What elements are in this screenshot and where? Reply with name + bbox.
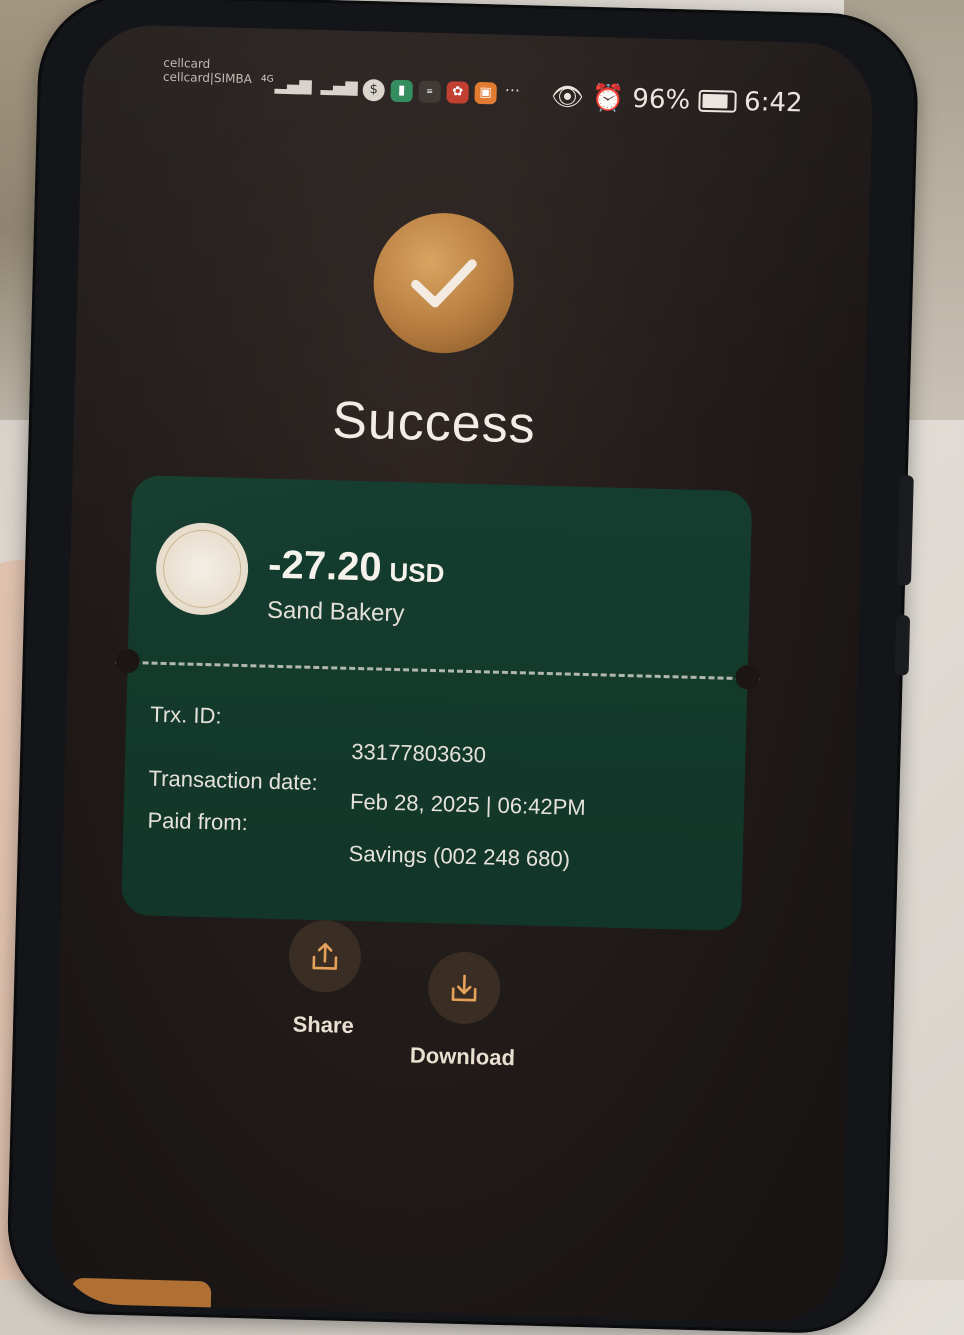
dollar-app-icon: $ xyxy=(362,78,385,102)
paid-from-label: Paid from: xyxy=(147,807,249,836)
trx-id-value: 33177803630 xyxy=(351,738,487,768)
volume-button xyxy=(896,475,914,586)
battery-icon xyxy=(697,89,737,113)
share-icon xyxy=(312,942,338,970)
app-icon: ✿ xyxy=(446,81,469,104)
share-label[interactable]: Share xyxy=(258,1011,389,1040)
trx-id-label: Trx. ID: xyxy=(149,701,222,729)
phone: cellcard cellcard|SIMBA 4G ▂▄▆ ▂▄▆ $ ▮ ≡… xyxy=(0,0,930,1335)
power-button xyxy=(894,615,911,676)
card-notch-left xyxy=(115,648,140,674)
eye-icon: 👁 xyxy=(550,81,585,113)
share-icon-circle[interactable] xyxy=(288,919,362,994)
page-title: Success xyxy=(331,391,537,455)
dashed-divider xyxy=(115,660,760,681)
download-button[interactable]: Download xyxy=(397,950,530,1071)
success-check-icon xyxy=(371,211,516,355)
status-right: 👁 ⏰ 96% 6:42 xyxy=(551,82,803,119)
clock: 6:42 xyxy=(743,86,803,119)
receipt-card: -27.20 USD Sand Bakery Trx. ID: 331778036… xyxy=(115,475,760,932)
battery-fill xyxy=(701,93,728,109)
battery-percent: 96% xyxy=(631,84,691,116)
more-icon: ··· xyxy=(504,80,521,101)
currency: USD xyxy=(389,556,445,589)
download-icon xyxy=(451,974,477,1002)
merchant-logo xyxy=(154,521,250,617)
status-bar: cellcard cellcard|SIMBA 4G ▂▄▆ ▂▄▆ $ ▮ ≡… xyxy=(162,54,803,121)
alarm-icon: ⏰ xyxy=(591,82,625,114)
network-type: 4G xyxy=(260,74,274,85)
screen: cellcard cellcard|SIMBA 4G ▂▄▆ ▂▄▆ $ ▮ ≡… xyxy=(50,23,875,1324)
signal-icon: ▂▄▆ xyxy=(320,75,358,96)
amount-value: -27.20 xyxy=(267,542,383,590)
carrier-info: cellcard cellcard|SIMBA xyxy=(163,56,253,86)
app-icon: ≡ xyxy=(418,80,441,103)
paid-from-value: Savings (002 248 680) xyxy=(348,840,571,872)
download-icon-circle[interactable] xyxy=(427,950,502,1025)
signal-icon: ▂▄▆ xyxy=(274,74,312,95)
download-label[interactable]: Download xyxy=(397,1042,528,1071)
app-icon: ▮ xyxy=(390,79,413,103)
merchant-name: Sand Bakery xyxy=(266,596,405,628)
logo-ring xyxy=(162,528,243,609)
app-icon: ▣ xyxy=(474,81,497,105)
transaction-date-label: Transaction date: xyxy=(148,765,319,796)
card-notch-right xyxy=(735,664,760,690)
carrier-2: cellcard|SIMBA xyxy=(162,69,253,87)
share-button[interactable]: Share xyxy=(258,919,391,1040)
transaction-date-value: Feb 28, 2025 | 06:42PM xyxy=(349,788,586,821)
amount: -27.20 USD xyxy=(268,543,445,593)
